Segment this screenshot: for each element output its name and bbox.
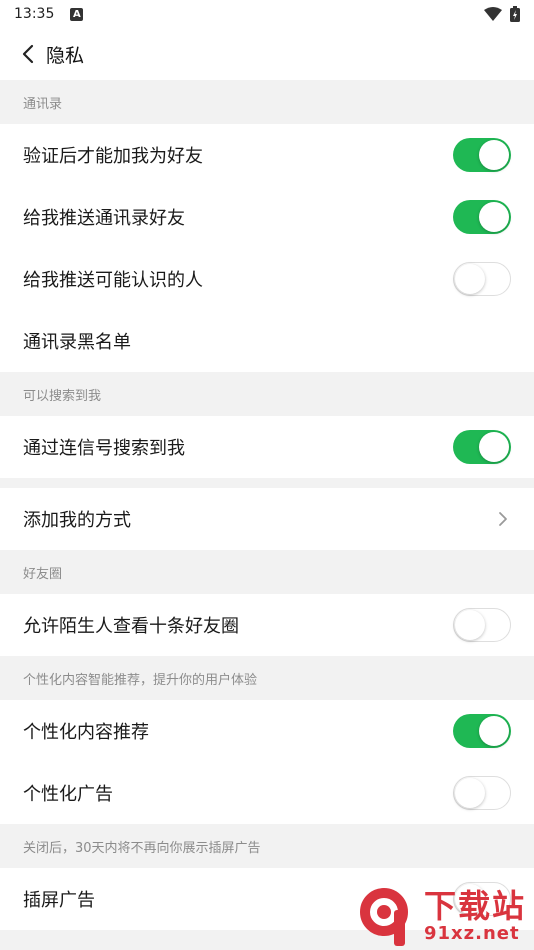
a-icon: A xyxy=(70,7,84,21)
row-label: 通讯录黑名单 xyxy=(23,332,131,353)
toggle-switch[interactable] xyxy=(453,430,511,464)
toggle-switch[interactable] xyxy=(453,200,511,234)
watermark-logo xyxy=(360,888,408,946)
toggle-switch[interactable] xyxy=(453,608,511,642)
row-label: 验证后才能加我为好友 xyxy=(23,146,203,167)
status-time: 13:35 xyxy=(14,6,55,22)
toggle-switch[interactable] xyxy=(453,262,511,296)
section-label-personalization: 个性化内容智能推荐，提升你的用户体验 xyxy=(0,656,534,700)
row-search-by-id[interactable]: 通过连信号搜索到我 xyxy=(0,416,534,478)
row-label: 个性化内容推荐 xyxy=(23,722,149,743)
toggle-switch[interactable] xyxy=(453,776,511,810)
chevron-right-icon xyxy=(495,511,511,527)
row-push-contacts-friends[interactable]: 给我推送通讯录好友 xyxy=(0,186,534,248)
header: 隐私 xyxy=(0,28,534,80)
watermark: 下载站 91xz.net xyxy=(358,884,530,950)
section-label-moments: 好友圈 xyxy=(0,550,534,594)
watermark-title: 下载站 xyxy=(424,887,527,925)
row-label: 允许陌生人查看十条好友圈 xyxy=(23,616,239,637)
back-button[interactable] xyxy=(16,42,40,66)
row-personalized-ads[interactable]: 个性化广告 xyxy=(0,762,534,824)
row-label: 插屏广告 xyxy=(23,890,95,911)
row-personalized-content[interactable]: 个性化内容推荐 xyxy=(0,700,534,762)
status-bar: 13:35 A xyxy=(0,0,534,28)
row-strangers-view-moments[interactable]: 允许陌生人查看十条好友圈 xyxy=(0,594,534,656)
row-label: 添加我的方式 xyxy=(23,510,131,531)
toggle-switch[interactable] xyxy=(453,138,511,172)
row-label: 给我推送通讯录好友 xyxy=(23,208,185,229)
section-label-interstitial: 关闭后，30天内将不再向你展示插屏广告 xyxy=(0,824,534,868)
row-label: 通过连信号搜索到我 xyxy=(23,438,185,459)
section-label-searchable: 可以搜索到我 xyxy=(0,372,534,416)
row-push-people-you-may-know[interactable]: 给我推送可能认识的人 xyxy=(0,248,534,310)
watermark-domain: 91xz.net xyxy=(424,923,520,944)
row-contacts-blacklist[interactable]: 通讯录黑名单 xyxy=(0,310,534,372)
battery-icon xyxy=(510,6,520,22)
chevron-left-icon xyxy=(22,44,34,64)
row-verify-before-add[interactable]: 验证后才能加我为好友 xyxy=(0,124,534,186)
toggle-switch[interactable] xyxy=(453,714,511,748)
row-add-me-method[interactable]: 添加我的方式 xyxy=(0,488,534,550)
wifi-icon xyxy=(484,7,502,21)
section-label-contacts: 通讯录 xyxy=(0,80,534,124)
page-title: 隐私 xyxy=(46,44,85,67)
row-label: 给我推送可能认识的人 xyxy=(23,270,203,291)
row-label: 个性化广告 xyxy=(23,784,113,805)
